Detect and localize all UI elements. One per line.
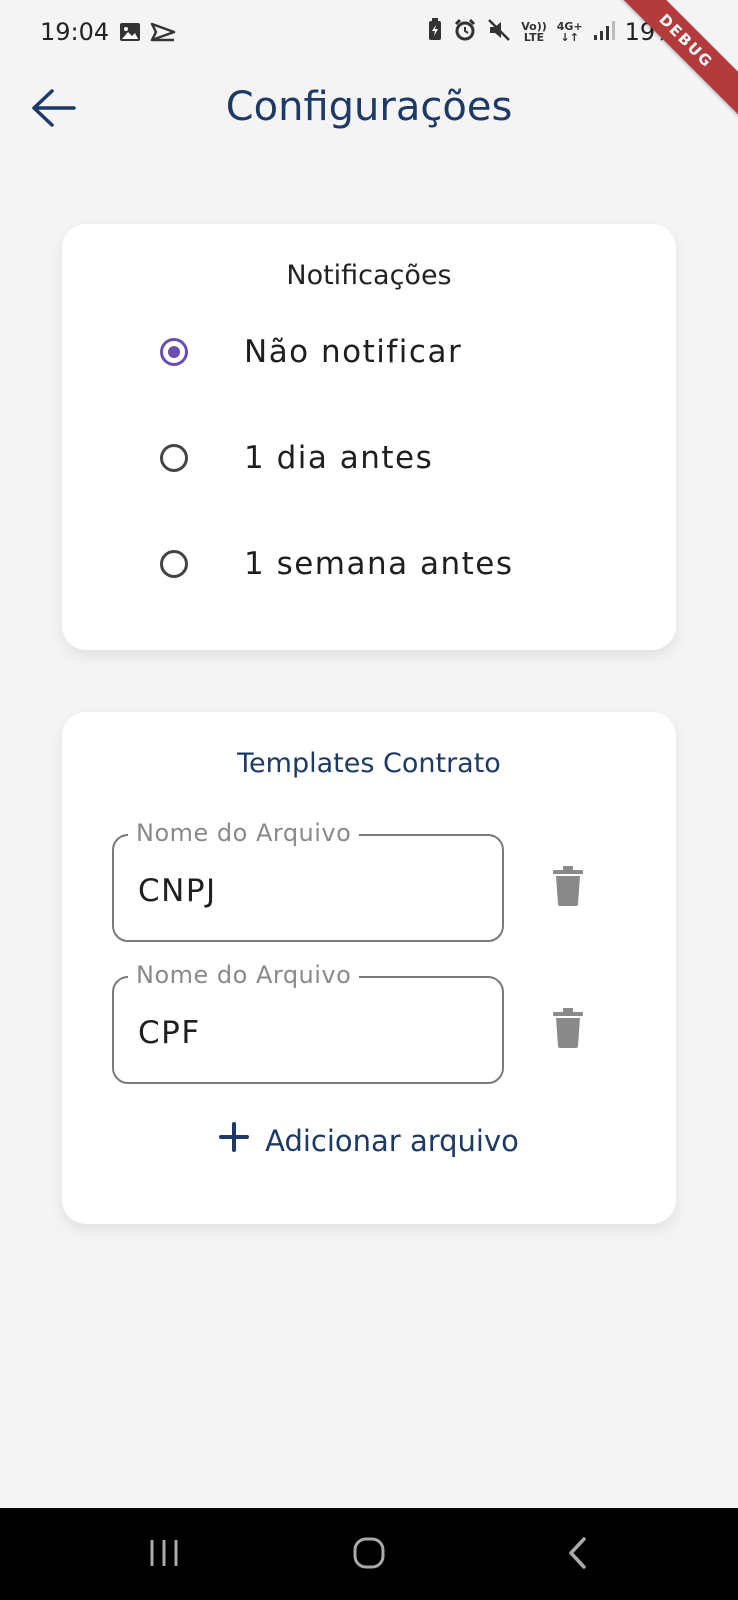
radio-button[interactable]	[160, 444, 188, 472]
radio-button[interactable]	[160, 550, 188, 578]
back-icon	[566, 1536, 590, 1574]
alarm-icon	[453, 18, 477, 46]
recents-button[interactable]	[134, 1530, 194, 1580]
add-file-label: Adicionar arquivo	[265, 1123, 519, 1158]
file-name-input[interactable]	[136, 1014, 480, 1052]
app-bar: Configurações	[0, 70, 738, 150]
volte-icon: Vo)) LTE	[521, 20, 547, 44]
system-nav-bar	[0, 1508, 738, 1600]
signal-icon	[593, 19, 615, 45]
file-name-label: Nome do Arquivo	[128, 819, 360, 847]
status-left-icons	[118, 20, 176, 48]
file-name-input[interactable]	[136, 872, 480, 910]
radio-label: 1 semana antes	[244, 546, 514, 582]
trash-icon	[552, 866, 584, 910]
radio-option-1-dia-antes[interactable]: 1 dia antes	[160, 428, 433, 488]
templates-title: Templates Contrato	[237, 748, 501, 779]
home-icon	[352, 1536, 386, 1574]
file-name-label: Nome do Arquivo	[128, 961, 360, 989]
file-name-field[interactable]: Nome do Arquivo	[112, 961, 504, 1084]
nav-back-button[interactable]	[548, 1530, 608, 1580]
delete-file-button[interactable]	[550, 1008, 586, 1052]
battery-saver-icon	[427, 18, 443, 46]
image-icon	[118, 20, 142, 48]
notifications-title: Notificações	[286, 260, 452, 291]
page-title: Configurações	[225, 84, 513, 130]
radio-button-selected[interactable]	[160, 338, 188, 366]
status-right-icons: Vo)) LTE 4G+ ↓↑ 19%	[427, 18, 678, 46]
delete-file-button[interactable]	[550, 866, 586, 910]
file-name-field[interactable]: Nome do Arquivo	[112, 819, 504, 942]
notifications-card: Notificações Não notificar 1 dia antes 1…	[62, 224, 676, 650]
trash-icon	[552, 1008, 584, 1052]
status-time: 19:04	[40, 18, 110, 46]
home-button[interactable]	[339, 1530, 399, 1580]
plus-icon	[219, 1122, 265, 1159]
add-file-button[interactable]: Adicionar arquivo	[62, 1122, 676, 1159]
network-4g-icon: 4G+ ↓↑	[556, 20, 583, 44]
radio-label: 1 dia antes	[244, 440, 434, 476]
radio-option-nao-notificar[interactable]: Não notificar	[160, 322, 462, 382]
recents-icon	[147, 1538, 181, 1572]
templates-card: Templates Contrato Nome do Arquivo Nome …	[62, 712, 676, 1224]
radio-label: Não notificar	[244, 334, 463, 370]
send-icon	[150, 20, 176, 48]
radio-option-1-semana-antes[interactable]: 1 semana antes	[160, 534, 514, 594]
status-bar: 19:04 Vo)) LTE 4G+ ↓↑ 19% DEBUG	[0, 0, 738, 130]
mute-icon	[487, 18, 511, 46]
